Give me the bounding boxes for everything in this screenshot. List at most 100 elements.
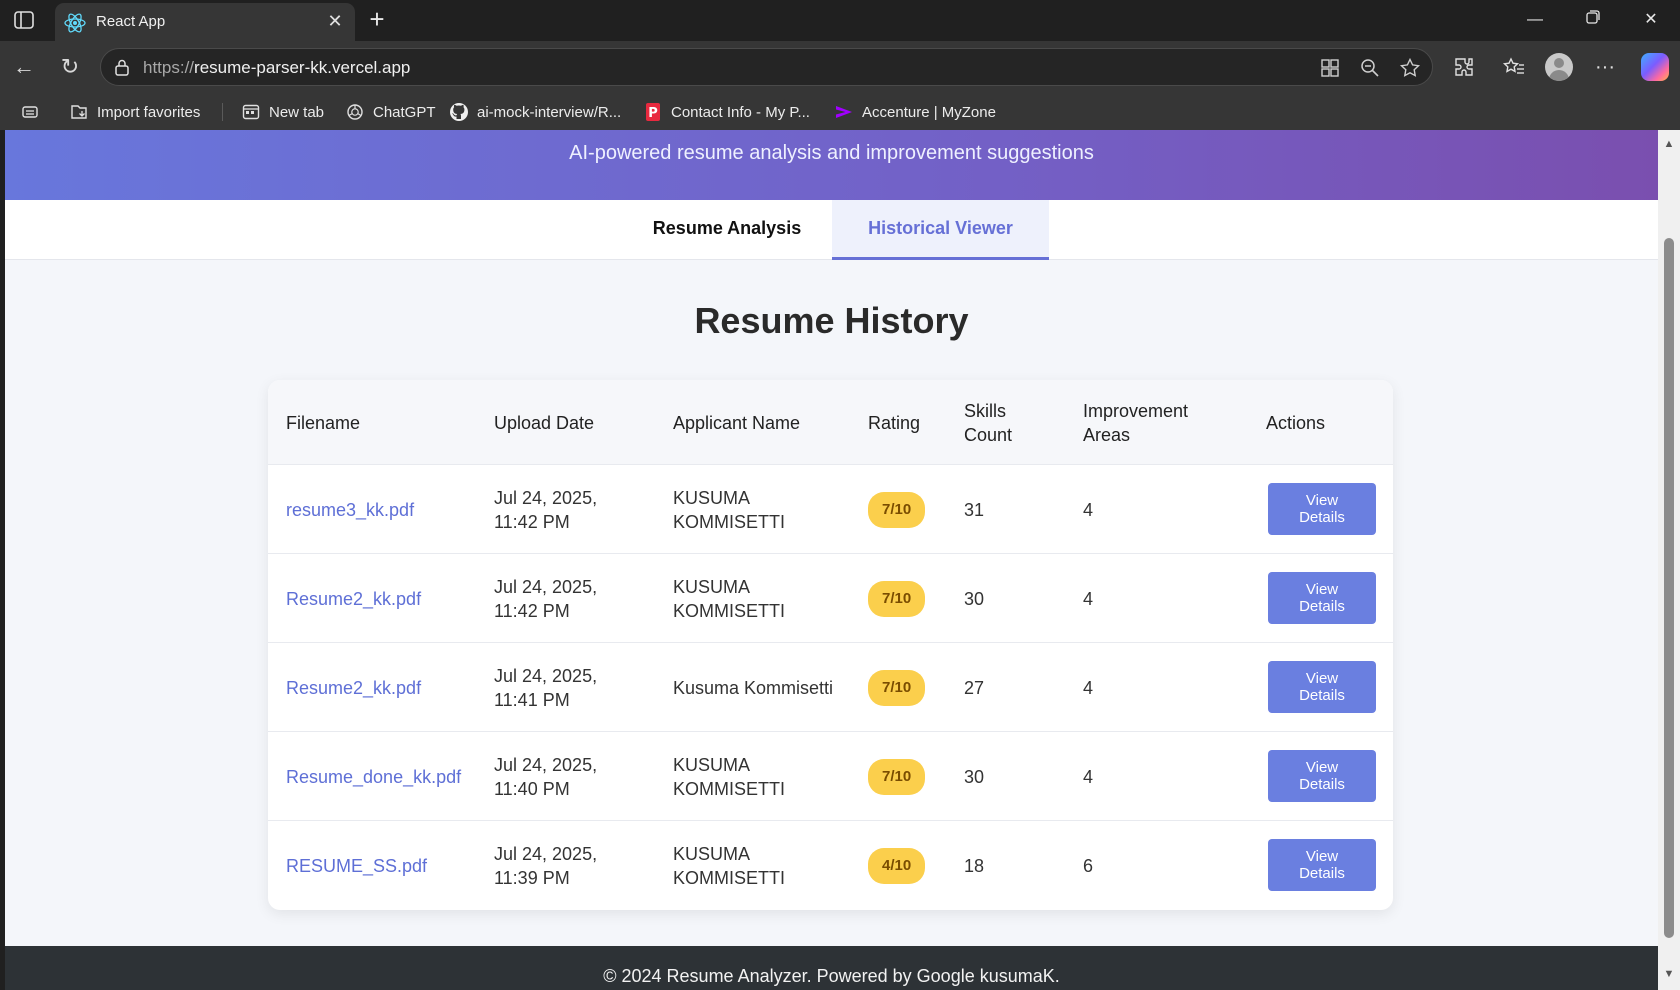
tab-actions-icon[interactable] bbox=[13, 10, 37, 30]
skills-count: 27 bbox=[964, 677, 985, 698]
upload-date: Jul 24, 2025, 11:39 PM bbox=[494, 843, 598, 888]
app-tab-bar: Resume Analysis Historical Viewer bbox=[5, 200, 1658, 260]
scroll-up-icon[interactable]: ▲ bbox=[1662, 138, 1676, 150]
rating-badge: 7/10 bbox=[868, 758, 926, 795]
favorite-chatgpt[interactable]: ChatGPT bbox=[345, 100, 436, 124]
favorite-new-tab[interactable]: New tab bbox=[241, 100, 324, 124]
page-footer: © 2024 Resume Analyzer. Powered by Googl… bbox=[5, 946, 1658, 990]
react-logo-icon bbox=[64, 12, 86, 34]
more-options-icon[interactable]: ··· bbox=[1593, 55, 1617, 79]
restore-icon[interactable] bbox=[1582, 9, 1604, 31]
favorite-label: ChatGPT bbox=[373, 103, 436, 121]
close-tab-icon[interactable]: ✕ bbox=[325, 11, 345, 31]
filename-link[interactable]: resume3_kk.pdf bbox=[286, 465, 486, 554]
accenture-icon bbox=[834, 102, 854, 122]
favorite-label: New tab bbox=[269, 103, 325, 121]
url-text[interactable]: https://resume-parser-kk.vercel.app bbox=[143, 58, 410, 78]
refresh-icon[interactable]: ↻ bbox=[57, 54, 83, 80]
filename-link[interactable]: Resume2_kk.pdf bbox=[286, 554, 486, 643]
view-details-button[interactable]: View Details bbox=[1268, 661, 1376, 713]
column-header-rating: Rating bbox=[868, 412, 921, 433]
rating-badge: 7/10 bbox=[868, 491, 926, 528]
view-details-button[interactable]: View Details bbox=[1268, 839, 1376, 891]
column-header-skills-count: Skills Count bbox=[964, 400, 1013, 445]
favorite-label: Import favorites bbox=[97, 103, 201, 121]
footer-text: © 2024 Resume Analyzer. Powered by Googl… bbox=[603, 966, 1060, 986]
new-tab-plus-icon[interactable]: + bbox=[365, 6, 389, 32]
browser-tab[interactable]: React App ✕ bbox=[55, 3, 355, 41]
svg-text:P: P bbox=[648, 106, 658, 121]
filename-link[interactable]: Resume2_kk.pdf bbox=[286, 643, 486, 732]
github-icon bbox=[449, 102, 469, 122]
improvement-areas: 4 bbox=[1083, 766, 1094, 787]
improvement-areas: 4 bbox=[1083, 499, 1094, 520]
browser-toolbar: ← ↻ https://resume-parser-kk.vercel.app … bbox=[0, 41, 1680, 93]
improvement-areas: 4 bbox=[1083, 588, 1094, 609]
applicant-name: Kusuma Kommisetti bbox=[673, 677, 834, 698]
favorites-list-icon[interactable] bbox=[1502, 55, 1526, 79]
tab-historical-viewer[interactable]: Historical Viewer bbox=[832, 200, 1049, 260]
table-row: Resume2_kk.pdf Jul 24, 2025, 11:42 PM KU… bbox=[268, 554, 1393, 643]
column-header-filename: Filename bbox=[286, 412, 361, 433]
applicant-name: KUSUMA KOMMISETTI bbox=[673, 754, 785, 799]
favorite-label: Accenture | MyZone bbox=[862, 103, 996, 121]
filename-link[interactable]: Resume_done_kk.pdf bbox=[286, 732, 486, 821]
copilot-icon[interactable] bbox=[1641, 53, 1669, 81]
favorite-star-icon[interactable] bbox=[1399, 57, 1421, 79]
profile-avatar[interactable] bbox=[1545, 53, 1573, 81]
page-viewport: AI-powered resume analysis and improveme… bbox=[5, 130, 1658, 990]
address-bar[interactable]: https://resume-parser-kk.vercel.app bbox=[100, 48, 1433, 86]
improvement-areas: 4 bbox=[1083, 677, 1094, 698]
column-header-applicant-name: Applicant Name bbox=[673, 412, 801, 433]
tab-resume-analysis[interactable]: Resume Analysis bbox=[617, 200, 837, 260]
page-title: Resume History bbox=[694, 300, 969, 341]
app-header: AI-powered resume analysis and improveme… bbox=[5, 130, 1658, 200]
p-logo-icon: P bbox=[643, 102, 663, 122]
import-favorites-icon bbox=[69, 102, 89, 122]
view-details-button[interactable]: View Details bbox=[1268, 572, 1376, 624]
favorite-label: Contact Info - My P... bbox=[671, 103, 810, 121]
applicant-name: KUSUMA KOMMISETTI bbox=[673, 576, 785, 621]
favorites-bar: Import favorites New tab ChatGPT ai-mock… bbox=[0, 93, 1680, 130]
skills-count: 30 bbox=[964, 588, 985, 609]
favorite-accenture[interactable]: Accenture | MyZone bbox=[834, 100, 996, 124]
favorite-contact-info[interactable]: P Contact Info - My P... bbox=[643, 100, 810, 124]
browser-title-bar: React App ✕ + — ✕ bbox=[0, 0, 1680, 41]
rating-cell: 7/10 bbox=[868, 643, 948, 732]
app-available-icon[interactable] bbox=[1319, 57, 1341, 79]
rating-cell: 7/10 bbox=[868, 732, 948, 821]
favorites-divider bbox=[222, 103, 223, 121]
improvement-areas: 6 bbox=[1083, 855, 1094, 876]
rating-cell: 7/10 bbox=[868, 554, 948, 643]
history-table: Filename Upload Date Applicant Name Rati… bbox=[268, 380, 1393, 910]
filename-link[interactable]: RESUME_SS.pdf bbox=[286, 821, 486, 910]
applicant-name: KUSUMA KOMMISETTI bbox=[673, 487, 785, 532]
minimize-icon[interactable]: — bbox=[1524, 9, 1546, 31]
upload-date: Jul 24, 2025, 11:42 PM bbox=[494, 576, 598, 621]
extensions-icon[interactable] bbox=[1452, 55, 1476, 79]
favorite-github-repo[interactable]: ai-mock-interview/R... bbox=[449, 100, 621, 124]
close-window-icon[interactable]: ✕ bbox=[1640, 9, 1662, 31]
column-header-upload-date: Upload Date bbox=[494, 412, 595, 433]
rating-badge: 4/10 bbox=[868, 847, 926, 884]
back-icon[interactable]: ← bbox=[11, 54, 37, 80]
url-host: resume-parser-kk.vercel.app bbox=[194, 58, 411, 77]
applicant-name: KUSUMA KOMMISETTI bbox=[673, 843, 785, 888]
scroll-down-icon[interactable]: ▼ bbox=[1662, 968, 1676, 980]
rating-cell: 4/10 bbox=[868, 821, 948, 910]
page-scrollbar[interactable]: ▲ ▼ bbox=[1658, 130, 1680, 990]
chatgpt-icon bbox=[345, 102, 365, 122]
table-row: RESUME_SS.pdf Jul 24, 2025, 11:39 PM KUS… bbox=[268, 821, 1393, 910]
lock-icon[interactable] bbox=[113, 58, 131, 76]
skills-count: 18 bbox=[964, 855, 985, 876]
view-details-button[interactable]: View Details bbox=[1268, 483, 1376, 535]
upload-date: Jul 24, 2025, 11:41 PM bbox=[494, 665, 598, 710]
zoom-out-icon[interactable] bbox=[1359, 57, 1381, 79]
scrollbar-thumb[interactable] bbox=[1664, 238, 1674, 938]
table-row: resume3_kk.pdf Jul 24, 2025, 11:42 PM KU… bbox=[268, 465, 1393, 554]
collections-icon[interactable] bbox=[20, 100, 40, 124]
view-details-button[interactable]: View Details bbox=[1268, 750, 1376, 802]
app-subtitle: AI-powered resume analysis and improveme… bbox=[569, 142, 1094, 164]
favorite-import-favorites[interactable]: Import favorites bbox=[69, 100, 200, 124]
rating-cell: 7/10 bbox=[868, 465, 948, 554]
